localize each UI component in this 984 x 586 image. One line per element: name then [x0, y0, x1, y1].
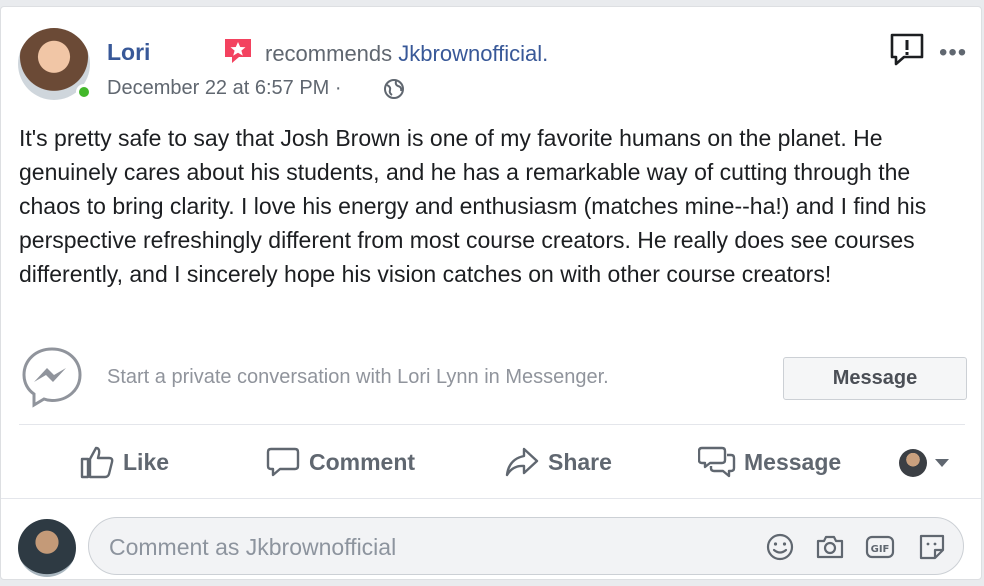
comment-input[interactable]: Comment as Jkbrownofficial GIF [88, 517, 964, 575]
emoji-icon[interactable] [765, 532, 795, 562]
message-action-button[interactable]: Message [698, 439, 841, 485]
post-timestamp[interactable]: December 22 at 6:57 PM · [107, 77, 342, 100]
messenger-icon [22, 347, 82, 408]
comment-label: Comment [309, 448, 416, 475]
share-icon [505, 447, 539, 477]
post-body: It's pretty safe to say that Josh Brown … [19, 125, 927, 287]
author-name[interactable]: Lori [107, 39, 150, 66]
comment-icon [266, 447, 300, 477]
globe-icon[interactable] [383, 78, 405, 100]
sticker-icon[interactable] [917, 532, 947, 562]
divider [1, 498, 981, 499]
comment-button[interactable]: Comment [265, 439, 415, 485]
message-action-label: Message [744, 448, 842, 475]
report-icon[interactable] [888, 31, 926, 69]
gif-icon[interactable]: GIF [865, 532, 895, 562]
like-label: Like [123, 448, 170, 475]
thumbs-up-icon [80, 446, 114, 479]
recommended-page-link[interactable]: Jkbrownofficial. [398, 41, 548, 66]
post-as-selector[interactable] [899, 449, 949, 477]
like-button[interactable]: Like [79, 439, 169, 485]
caret-down-icon [935, 459, 949, 467]
more-options-icon[interactable]: ••• [939, 39, 967, 67]
message-bubbles-icon [698, 446, 736, 478]
recommendation-star-icon [225, 39, 251, 63]
online-status-indicator [76, 84, 92, 100]
message-button[interactable]: Message [783, 357, 967, 400]
comment-placeholder: Comment as Jkbrownofficial [109, 534, 397, 560]
camera-icon[interactable] [815, 532, 845, 562]
svg-text:GIF: GIF [871, 544, 890, 555]
commenter-avatar[interactable] [18, 519, 76, 577]
divider [19, 424, 965, 425]
recommendation-text: recommends Jkbrownofficial. [265, 41, 548, 67]
share-button[interactable]: Share [504, 439, 612, 485]
page-avatar [899, 449, 927, 477]
recommends-label: recommends [265, 41, 393, 66]
share-label: Share [548, 448, 612, 475]
messenger-prompt: Start a private conversation with Lori L… [107, 366, 609, 388]
post-card: Lori recommends Jkbrownofficial. Decembe… [0, 6, 982, 580]
